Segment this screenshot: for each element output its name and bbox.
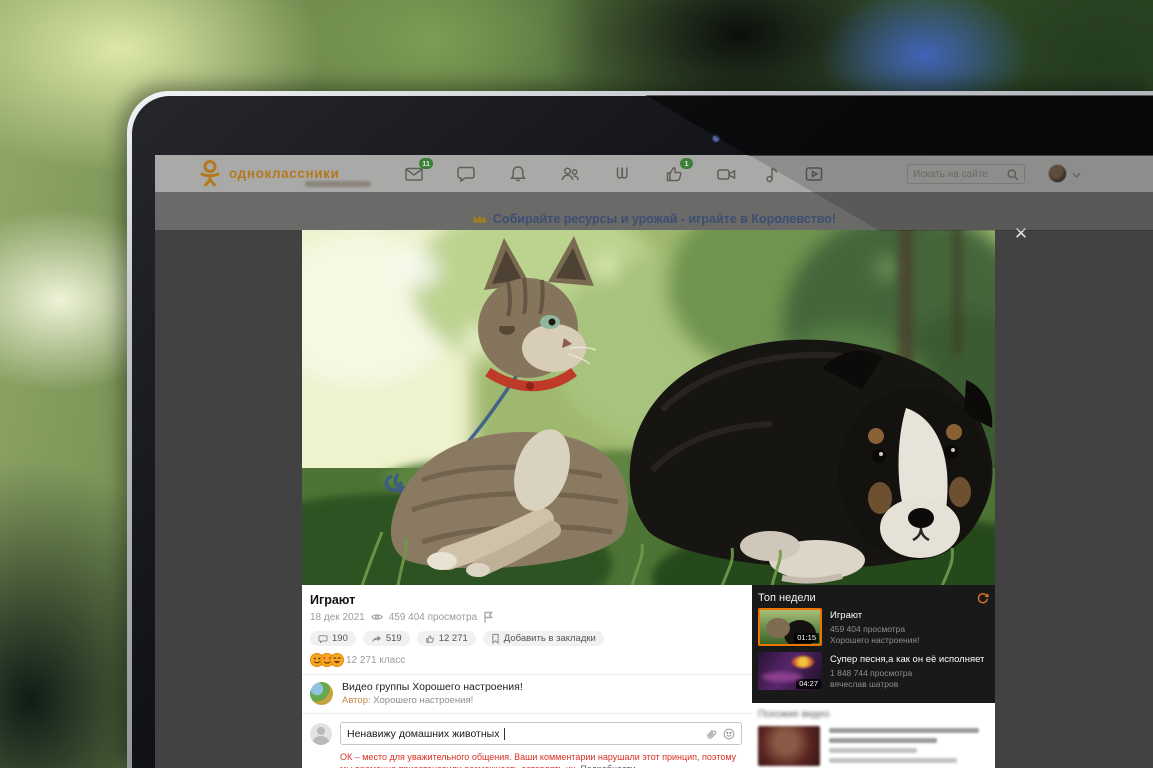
likes-badge: 1 <box>680 158 693 169</box>
bookmark-button[interactable]: Добавить в закладки <box>483 631 604 646</box>
right-column: Топ недели 01:15 Играют 459 404 просмотр… <box>752 585 995 768</box>
related-videos: Похожие видео <box>752 703 995 768</box>
likes-button[interactable]: 1 <box>663 163 685 185</box>
moderation-warning: ОК – место для уважительного общения. Ва… <box>340 752 742 768</box>
hobbies-icon <box>612 164 632 184</box>
shares-count: 519 <box>386 633 402 644</box>
discussions-button[interactable] <box>455 163 477 185</box>
video-button[interactable] <box>715 163 737 185</box>
video-meta: 18 дек 2021 459 404 просмотра <box>310 611 742 623</box>
hobbies-button[interactable] <box>611 163 633 185</box>
notifications-button[interactable] <box>507 163 529 185</box>
video-info-panel: Играют 18 дек 2021 459 404 просмотра <box>302 585 995 768</box>
details-link[interactable]: Подробности <box>580 764 635 768</box>
repeat-icon[interactable] <box>976 591 989 604</box>
sidebar-video-author[interactable]: вячеслав шатров <box>830 679 984 690</box>
reaction-emojis <box>310 653 340 667</box>
laptop-screen: одноклассники 11 <box>155 155 1153 768</box>
logo-text: одноклассники <box>229 166 339 181</box>
group-avatar[interactable] <box>310 682 333 705</box>
share-button[interactable]: 519 <box>363 631 410 646</box>
attach-icon[interactable] <box>705 728 717 740</box>
emoji-icon[interactable] <box>723 728 735 740</box>
comment-icon <box>318 634 328 644</box>
comments-count: 190 <box>332 633 348 644</box>
author-label: Автор: <box>342 695 371 706</box>
messages-button[interactable]: 11 <box>403 163 425 185</box>
sidebar-video-title[interactable]: Играют <box>830 610 919 621</box>
bookmark-label: Добавить в закладки <box>504 633 596 644</box>
video-player[interactable] <box>302 230 995 585</box>
comment-text: Ненавижу домашних животных <box>347 728 499 740</box>
bell-icon <box>508 164 528 184</box>
user-avatar[interactable] <box>1048 164 1067 183</box>
author-name[interactable]: Хорошего настроения! <box>373 695 473 706</box>
sidebar-video-item[interactable]: 01:15 Играют 459 404 просмотра Хорошего … <box>758 608 989 646</box>
photo-background: одноклассники 11 <box>0 0 1153 768</box>
logo-tagline <box>305 181 371 187</box>
search-placeholder: Искать на сайте <box>913 169 988 180</box>
flag-icon[interactable] <box>483 611 493 623</box>
video-section-button[interactable] <box>803 163 825 185</box>
promo-banner-strip: Собирайте ресурсы и урожай - играйте в К… <box>155 192 1153 230</box>
likes-count: 12 271 <box>439 633 468 644</box>
video-camera-icon <box>716 164 737 184</box>
group-row[interactable]: Видео группы Хорошего настроения! Автор:… <box>310 675 742 713</box>
comments-button[interactable]: 190 <box>310 631 356 646</box>
chevron-down-icon[interactable] <box>1073 170 1081 178</box>
webcam <box>711 134 721 144</box>
action-buttons: 190 519 12 271 <box>310 631 742 646</box>
video-section-icon <box>804 164 824 184</box>
eye-icon <box>371 612 383 622</box>
sidebar-video-item[interactable]: 04:27 Супер песня,а как он её исполняет … <box>758 652 989 690</box>
related-thumbnail[interactable] <box>758 726 820 766</box>
group-author: Автор: Хорошего настроения! <box>342 695 523 706</box>
sidebar-video-views: 1 848 744 просмотра <box>830 668 984 679</box>
related-video-item[interactable] <box>758 726 989 768</box>
sidebar-title: Топ недели <box>758 592 816 604</box>
search-icon <box>1006 168 1019 181</box>
text-caret <box>504 728 505 740</box>
header-icons: 11 <box>403 155 825 192</box>
video-info: Играют 18 дек 2021 459 404 просмотра <box>302 585 752 768</box>
warning-text: ОК – место для уважительного общения. Ва… <box>340 752 736 768</box>
comment-row: Ненавижу домашних животных <box>310 714 742 745</box>
sidebar-video-title[interactable]: Супер песня,а как он её исполняет <box>830 654 984 665</box>
chat-icon <box>456 164 476 184</box>
search-input[interactable]: Искать на сайте <box>907 164 1025 184</box>
people-icon <box>560 164 581 184</box>
reactions-label: 12 271 класс <box>346 655 405 666</box>
reactions-row[interactable]: 12 271 класс <box>310 653 742 667</box>
video-date: 18 дек 2021 <box>310 612 365 623</box>
crown-icon <box>472 213 487 225</box>
bookmark-icon <box>491 633 500 644</box>
top-week-sidebar: Топ недели 01:15 Играют 459 404 просмотр… <box>752 585 995 703</box>
friends-button[interactable] <box>559 163 581 185</box>
comment-input[interactable]: Ненавижу домашних животных <box>340 722 742 745</box>
cat-and-dog-photo <box>302 230 995 585</box>
like-button[interactable]: 12 271 <box>417 631 476 646</box>
duration-badge: 04:27 <box>796 679 821 689</box>
music-icon <box>763 164 781 184</box>
thumbs-up-icon <box>425 634 435 644</box>
commenter-avatar <box>310 723 332 745</box>
group-name[interactable]: Видео группы Хорошего настроения! <box>342 681 523 693</box>
video-title: Играют <box>310 593 742 607</box>
music-button[interactable] <box>761 163 783 185</box>
close-icon[interactable]: ✕ <box>1010 223 1032 245</box>
messages-badge: 11 <box>419 158 433 169</box>
laughing-emoji-icon <box>330 653 344 667</box>
ok-logo-icon <box>198 160 222 186</box>
video-thumbnail[interactable]: 01:15 <box>758 608 822 646</box>
sidebar-video-author[interactable]: Хорошего настроения! <box>830 635 919 646</box>
site-header: одноклассники 11 <box>155 155 1153 192</box>
duration-badge: 01:15 <box>794 633 819 643</box>
related-title: Похожие видео <box>758 709 989 720</box>
video-thumbnail[interactable]: 04:27 <box>758 652 822 690</box>
share-icon <box>371 634 382 644</box>
blurred-text <box>829 726 979 768</box>
sidebar-video-views: 459 404 просмотра <box>830 624 919 635</box>
promo-banner-link[interactable]: Собирайте ресурсы и урожай - играйте в К… <box>493 212 836 226</box>
video-views: 459 404 просмотра <box>389 612 477 623</box>
